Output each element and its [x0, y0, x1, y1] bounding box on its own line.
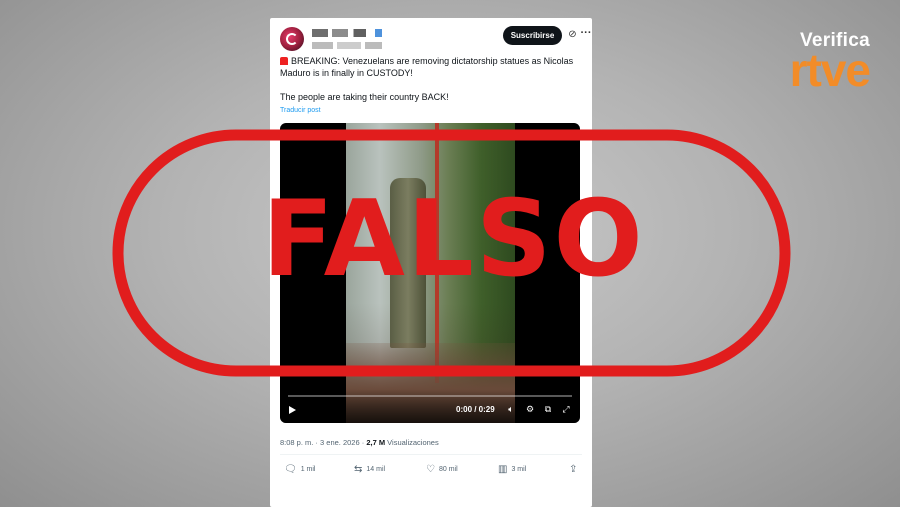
grok-icon[interactable]: ⊘ [567, 29, 578, 40]
bar-chart-icon: ▥ [498, 464, 508, 475]
blurred-account-handle [312, 42, 382, 49]
tweet-header: Suscribirse ⊘ ··· [280, 25, 592, 59]
heart-icon: ♡ [426, 464, 435, 475]
bookmark-button[interactable]: ▥ 3 mil [498, 464, 526, 475]
tweet-time-date[interactable]: 8:08 p. m. · 3 ene. 2026 · [280, 438, 366, 447]
translate-post-link[interactable]: Traducir post [280, 105, 580, 117]
settings-icon[interactable]: ⚙ [525, 404, 535, 414]
tweet-actions: 🗨︎ 1 mil ⇆ 14 mil ♡ 80 mil ▥ 3 mil ⇪ [284, 464, 582, 478]
views-label: Visualizaciones [385, 438, 439, 447]
more-options-icon[interactable]: ··· [580, 27, 592, 39]
play-icon[interactable] [289, 406, 296, 414]
fullscreen-icon[interactable]: ⤢ [561, 404, 571, 414]
repost-button[interactable]: ⇆ 14 mil [354, 464, 385, 475]
tweet-text-line1: BREAKING: Venezuelans are removing dicta… [280, 56, 574, 78]
verifica-rtve-logo: Verifica rtve [789, 30, 871, 96]
video-progress-bar[interactable] [288, 395, 572, 397]
avatar[interactable] [280, 27, 304, 51]
video-time: 0:00 / 0:29 [456, 405, 495, 414]
blurred-account-name [312, 29, 402, 37]
share-button[interactable]: ⇪ [569, 464, 577, 475]
video-controls: 0:00 / 0:29 🔈︎ ⚙ ⧉ ⤢ [280, 389, 580, 423]
repost-icon: ⇆ [354, 464, 363, 475]
pip-icon[interactable]: ⧉ [543, 404, 553, 414]
divider [280, 454, 582, 455]
tweet-meta: 8:08 p. m. · 3 ene. 2026 · 2,7 M Visuali… [280, 438, 439, 447]
reply-button[interactable]: 🗨︎ 1 mil [284, 464, 315, 475]
tweet-text-line2: The people are taking their country BACK… [280, 92, 449, 102]
share-icon: ⇪ [569, 464, 578, 475]
tweet-text: BREAKING: Venezuelans are removing dicta… [280, 55, 580, 117]
falso-stamp-label: FALSO [262, 178, 645, 300]
like-button[interactable]: ♡ 80 mil [426, 464, 458, 475]
subscribe-button[interactable]: Suscribirse [503, 26, 562, 45]
reply-icon: 🗨︎ [284, 464, 297, 475]
volume-icon[interactable]: 🔈︎ [506, 404, 516, 414]
views-count: 2,7 M [366, 438, 386, 447]
rtve-logo-text: rtve [789, 44, 871, 96]
siren-icon [280, 57, 288, 65]
